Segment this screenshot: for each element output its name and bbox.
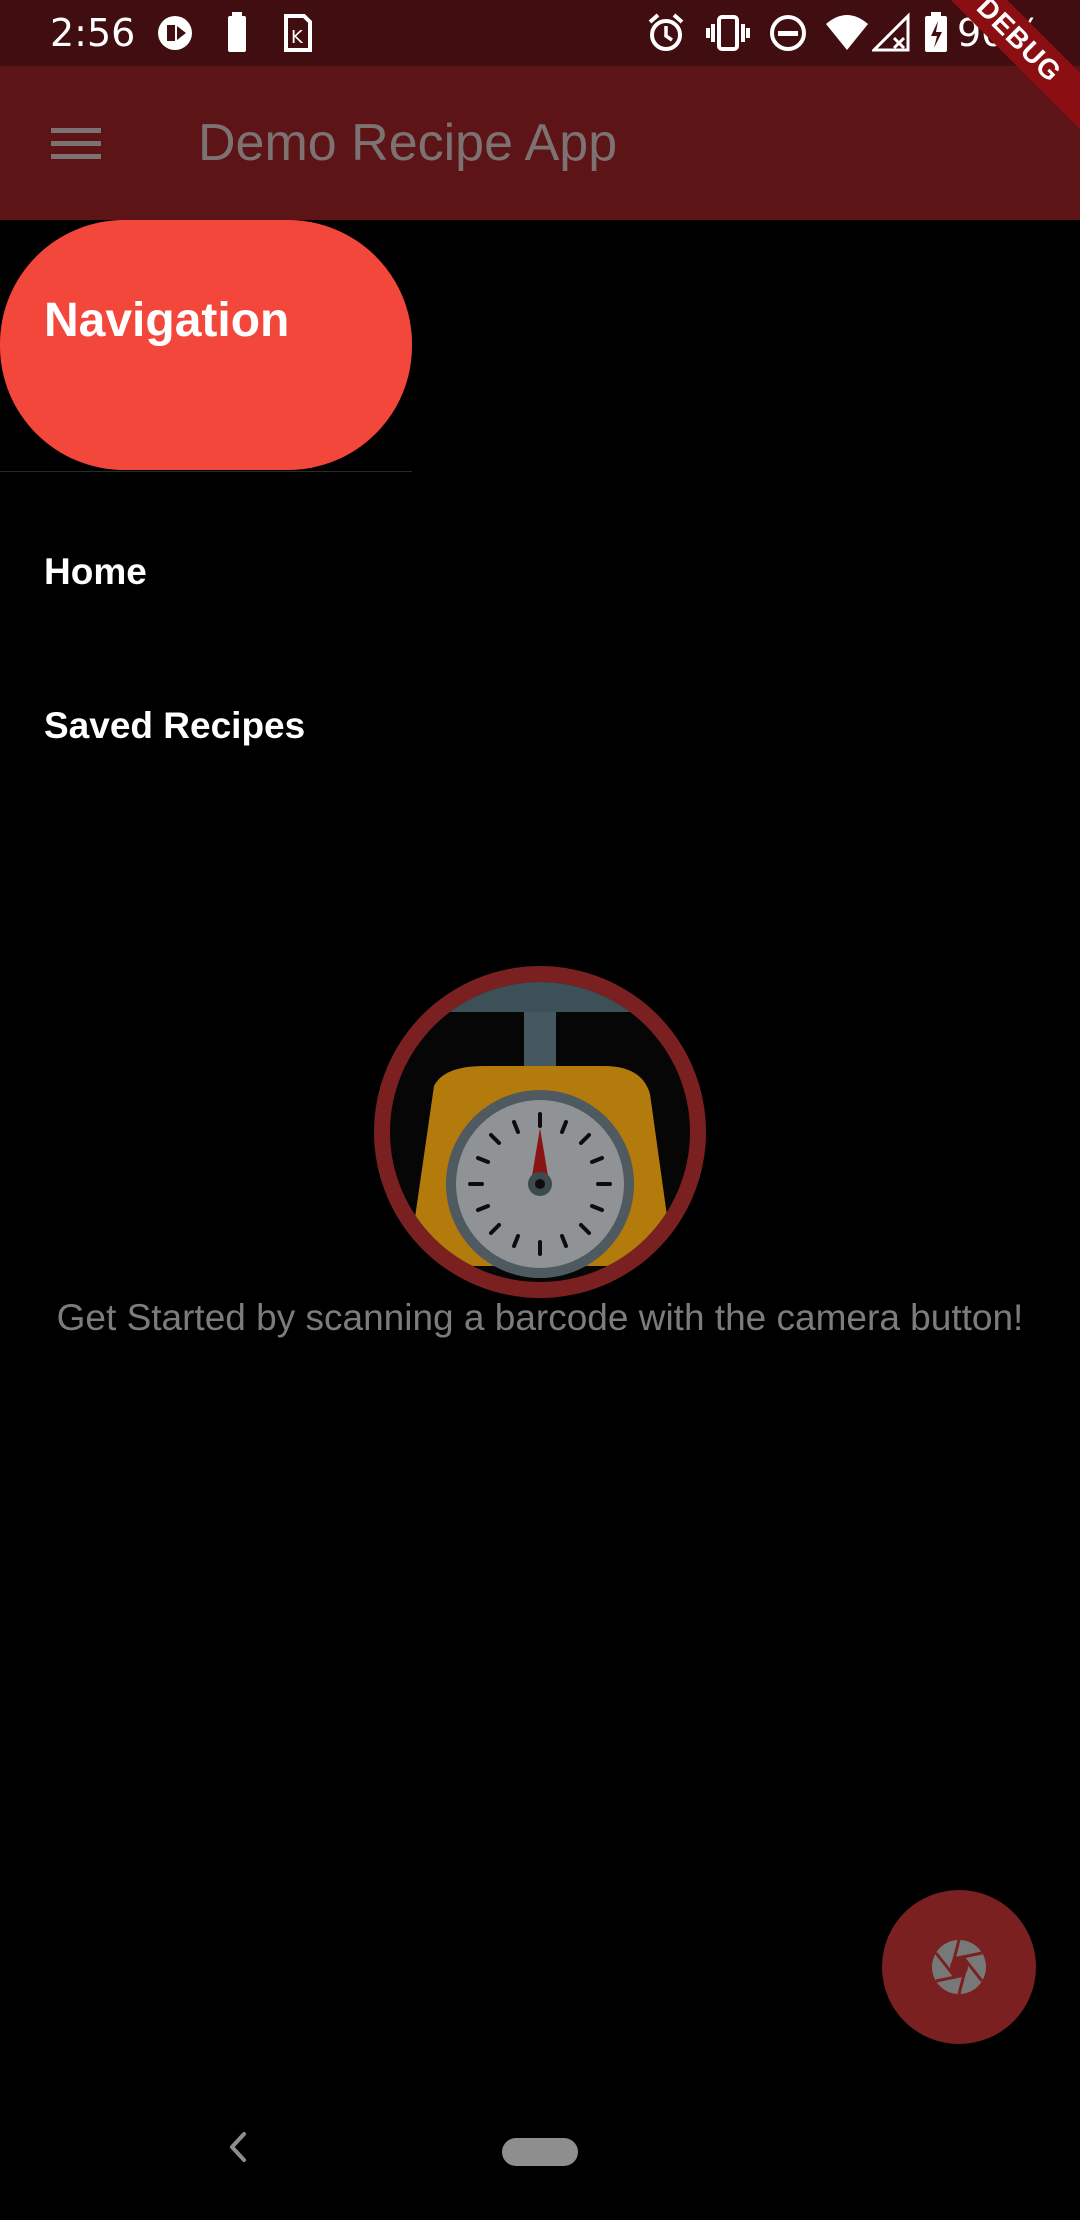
app-title: Demo Recipe App <box>198 114 618 172</box>
drawer-item-home[interactable]: Home <box>0 502 412 642</box>
menu-button[interactable] <box>40 116 112 172</box>
home-pill-icon[interactable] <box>502 2138 578 2166</box>
wifi-icon <box>826 15 868 50</box>
camera-button[interactable] <box>882 1890 1036 2044</box>
app-bar: Demo Recipe App <box>0 66 1080 220</box>
svg-text:K: K <box>291 27 304 48</box>
back-chevron-icon[interactable] <box>218 2124 258 2170</box>
navigation-drawer: Navigation Home Saved Recipes <box>0 220 412 820</box>
kitchen-scale-icon <box>374 966 706 1298</box>
do-not-disturb-icon <box>770 15 806 51</box>
drawer-item-label: Saved Recipes <box>44 705 306 746</box>
media-control-icon <box>158 16 192 50</box>
drawer-divider <box>0 471 412 472</box>
camera-shutter-icon <box>932 1939 986 1995</box>
drawer-title: Navigation <box>44 294 290 347</box>
drawer-header: Navigation <box>0 220 412 470</box>
alarm-icon <box>648 13 684 51</box>
drawer-item-label: Home <box>44 551 147 592</box>
drawer-item-saved-recipes[interactable]: Saved Recipes <box>0 656 412 796</box>
battery-saver-icon <box>228 12 246 52</box>
hamburger-menu-icon <box>51 128 101 159</box>
system-navigation-bar <box>0 2080 1080 2220</box>
sim-icon: K <box>284 14 312 52</box>
vibrate-icon <box>706 15 750 51</box>
status-time: 2:56 <box>50 11 136 55</box>
cellular-no-data-icon <box>872 12 910 52</box>
screen: 2:56 K Demo Recipe App Get Started by sc… <box>0 0 1080 2220</box>
empty-state-message: Get Started by scanning a barcode with t… <box>56 1297 1024 1338</box>
status-bar: 2:56 K <box>0 0 1080 66</box>
battery-charging-icon <box>925 12 947 52</box>
